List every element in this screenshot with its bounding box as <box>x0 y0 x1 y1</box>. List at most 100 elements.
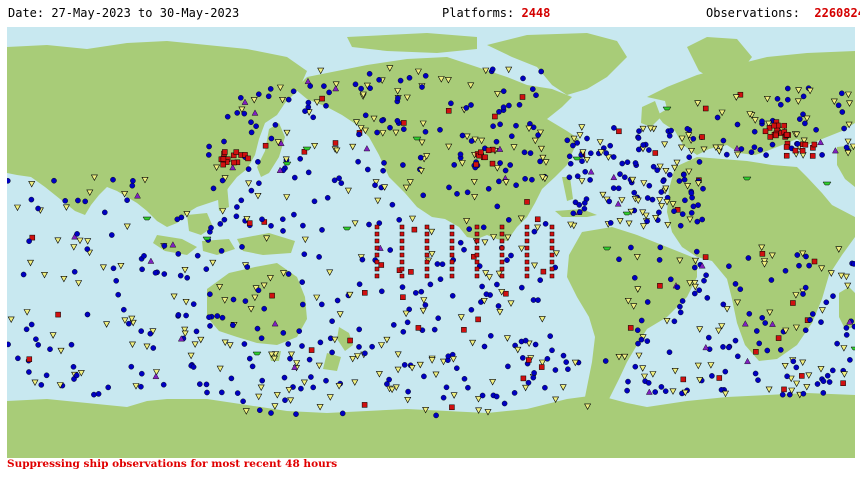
drifting-buoy-marker <box>255 91 262 97</box>
drifting-buoy-marker <box>338 180 345 186</box>
moored-buoy-marker <box>503 290 509 297</box>
drifting-buoy-marker <box>109 232 115 238</box>
moored-buoy-marker <box>461 327 467 333</box>
drifting-buoy-marker <box>175 251 182 257</box>
drifting-buoy-marker <box>174 216 181 223</box>
drifting-buoy-marker <box>768 277 775 283</box>
moored-buoy-marker <box>524 259 530 265</box>
drifting-buoy-marker <box>237 95 244 101</box>
drifting-buoy-marker <box>800 390 807 397</box>
drifting-buoy-marker <box>818 319 824 325</box>
drifting-buoy-marker <box>73 372 80 379</box>
drifting-buoy-marker <box>649 196 656 203</box>
moored-buoy-marker <box>374 245 380 251</box>
drifting-buoy-marker <box>329 349 335 356</box>
moored-buoy-marker <box>499 231 505 237</box>
drifting-buoy-marker <box>218 248 225 254</box>
drifting-buoy-marker <box>806 262 812 269</box>
drifting-buoy-marker <box>677 222 684 229</box>
drifting-buoy-marker <box>259 377 265 384</box>
drifting-buoy-marker <box>505 363 511 370</box>
drifting-buoy-marker <box>265 93 272 100</box>
platforms-count: Platforms: 2448 <box>442 6 550 20</box>
drifting-buoy-marker <box>355 158 361 165</box>
moored-buoy-marker <box>489 160 496 167</box>
drifting-buoy-marker <box>841 125 847 132</box>
drifting-buoy-marker <box>468 306 475 313</box>
drifting-buoy-marker <box>696 287 703 294</box>
drifting-buoy-marker <box>764 347 771 354</box>
moored-buoy-marker <box>475 316 481 323</box>
drifting-buoy-marker <box>644 218 650 225</box>
drifting-buoy-marker <box>367 85 373 92</box>
moored-buoy-marker <box>424 266 430 272</box>
drifting-buoy-marker <box>603 150 610 156</box>
drifting-buoy-marker <box>138 328 144 334</box>
drifting-buoy-marker <box>581 205 588 212</box>
drifting-buoy-marker <box>254 325 261 332</box>
drifting-buoy-marker <box>638 317 645 324</box>
drifting-buoy-marker <box>529 176 535 183</box>
moored-buoy-marker <box>220 161 226 168</box>
drifting-buoy-marker <box>364 166 371 173</box>
moored-buoy-marker <box>549 266 555 272</box>
drifting-buoy-marker <box>302 108 308 114</box>
drifting-buoy-marker <box>207 291 213 298</box>
moored-buoy-marker <box>759 251 766 257</box>
drifting-buoy-marker <box>255 158 261 165</box>
drifting-buoy-marker <box>228 375 235 382</box>
drifting-buoy-marker <box>160 381 167 388</box>
moored-buoy-marker <box>424 245 430 251</box>
moored-buoy-marker <box>222 149 228 155</box>
drifting-buoy-marker <box>177 272 184 279</box>
moored-buoy-marker <box>474 252 480 258</box>
drifting-buoy-marker <box>205 152 212 158</box>
moored-buoy-marker <box>482 154 488 161</box>
drifting-buoy-marker <box>684 126 691 132</box>
moored-buoy-marker <box>399 245 405 251</box>
drifting-buoy-marker <box>394 118 401 124</box>
drifting-buoy-marker <box>577 209 583 215</box>
drifting-buoy-marker <box>500 88 507 94</box>
drifting-buoy-marker <box>671 208 677 214</box>
drifting-buoy-marker <box>241 110 248 117</box>
drifting-buoy-marker <box>285 341 292 347</box>
drifting-buoy-marker <box>774 96 781 102</box>
drifting-buoy-marker <box>634 327 641 334</box>
drifting-buoy-marker <box>461 375 468 382</box>
drifting-buoy-marker <box>256 407 263 414</box>
drifting-buoy-marker <box>285 96 292 103</box>
drifting-buoy-marker <box>255 287 262 294</box>
drifting-buoy-marker <box>694 248 700 255</box>
drifting-buoy-marker <box>479 392 486 399</box>
drifting-buoy-marker <box>624 387 630 394</box>
drifting-buoy-marker <box>434 261 441 267</box>
moored-buoy-marker <box>474 238 480 244</box>
drifting-buoy-marker <box>7 178 11 184</box>
drifting-buoy-marker <box>147 330 154 337</box>
drifting-buoy-marker <box>504 257 510 263</box>
drifting-buoy-marker <box>431 326 438 333</box>
drifting-buoy-marker <box>646 147 652 153</box>
drifting-buoy-marker <box>480 224 487 231</box>
drifting-buoy-marker <box>463 105 470 111</box>
drifting-buoy-marker <box>190 301 197 307</box>
moored-buoy-marker <box>231 159 237 166</box>
drifting-buoy-marker <box>507 162 514 168</box>
drifting-buoy-marker <box>305 169 312 176</box>
moored-buoy-marker <box>424 273 430 279</box>
moored-buoy-marker <box>220 156 227 162</box>
drifting-buoy-marker <box>794 252 801 258</box>
drifting-buoy-marker <box>396 216 403 223</box>
drifting-buoy-marker <box>297 155 304 162</box>
drifting-buoy-marker <box>229 322 236 328</box>
drifting-buoy-marker <box>381 160 387 166</box>
drifting-buoy-marker <box>757 147 764 153</box>
drifting-buoy-marker <box>75 197 81 204</box>
drifting-buoy-marker <box>779 391 786 398</box>
drifting-buoy-marker <box>141 253 147 259</box>
moored-buoy-marker <box>499 259 505 265</box>
drifting-buoy-marker <box>400 126 407 132</box>
drifting-buoy-marker <box>506 102 512 109</box>
moored-buoy-marker <box>233 149 240 155</box>
